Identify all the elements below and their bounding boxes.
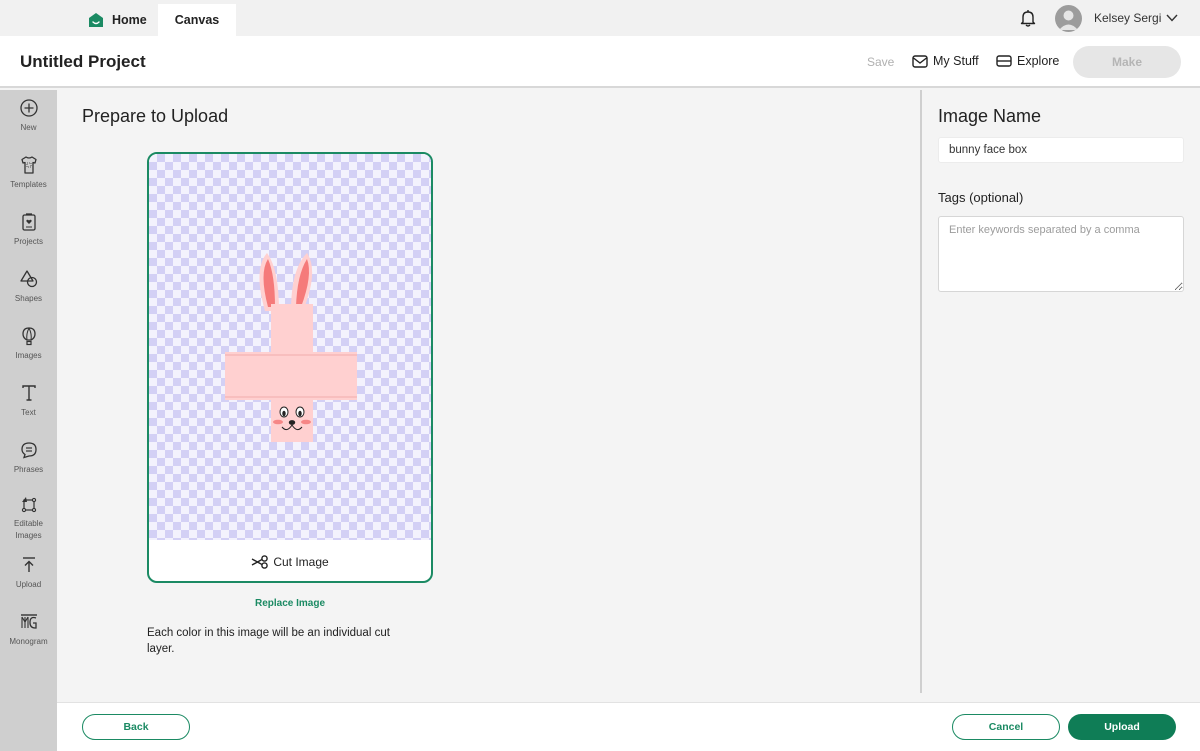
make-button[interactable]: Make (1073, 46, 1181, 78)
sidebar-item-monogram[interactable]: Monogram (0, 612, 57, 648)
panel-divider (920, 90, 922, 693)
sidebar-label: Shapes (14, 294, 43, 303)
sidebar-label: Upload (15, 580, 42, 589)
my-stuff-label: My Stuff (933, 54, 979, 68)
tab-home[interactable]: Home (84, 4, 151, 36)
page-title: Prepare to Upload (82, 106, 229, 126)
cut-layer-note: Each color in this image will be an indi… (147, 627, 390, 655)
footer-bar: Back Cancel Upload (57, 702, 1200, 751)
sidebar-label: Projects (14, 237, 43, 246)
image-name-input[interactable] (938, 137, 1184, 163)
avatar[interactable] (1055, 5, 1082, 32)
monogram-icon (20, 614, 37, 629)
transparency-checkerboard (149, 154, 431, 540)
shapes-icon (19, 270, 37, 288)
my-stuff-button[interactable]: My Stuff (912, 54, 979, 68)
explore-button[interactable]: Explore (996, 54, 1059, 68)
sidebar-label: New (20, 123, 37, 132)
tags-input[interactable] (938, 216, 1184, 292)
cancel-button[interactable]: Cancel (952, 714, 1060, 740)
plus-circle-icon (19, 99, 38, 117)
sidebar-item-text[interactable]: Text (0, 383, 57, 419)
uploaded-image-preview (225, 253, 357, 442)
tab-home-label: Home (112, 13, 147, 27)
sidebar-label: Text (21, 408, 36, 417)
back-button[interactable]: Back (82, 714, 190, 740)
upload-button[interactable]: Upload (1068, 714, 1176, 740)
chevron-down-icon[interactable] (1166, 13, 1178, 23)
cut-image-option[interactable]: Cut Image (149, 540, 431, 581)
shirt-icon (20, 156, 37, 174)
bell-icon[interactable] (1019, 9, 1037, 27)
editable-images-icon (21, 497, 36, 513)
sidebar-item-upload[interactable]: Upload (0, 555, 57, 591)
tags-label: Tags (optional) (938, 190, 1024, 205)
sidebar-label: Monogram (9, 637, 48, 646)
explore-label: Explore (1017, 54, 1060, 68)
sidebar-item-shapes[interactable]: Shapes (0, 269, 57, 305)
avatar-icon (1059, 10, 1078, 30)
sidebar-item-images[interactable]: Images (0, 326, 57, 362)
image-name-heading: Image Name (938, 106, 1042, 126)
top-tab-bar: Home Canvas Kelsey Sergi (0, 0, 1200, 36)
sidebar-item-projects[interactable]: Projects (0, 212, 57, 248)
sidebar-item-templates[interactable]: Templates (0, 155, 57, 191)
speech-bubble-icon (20, 442, 37, 459)
sidebar-item-new[interactable]: New (0, 98, 57, 134)
envelope-icon (912, 55, 928, 68)
project-title[interactable]: Untitled Project (20, 52, 146, 72)
project-icon (21, 213, 36, 231)
replace-image-link[interactable]: Replace Image (147, 598, 433, 609)
tab-canvas[interactable]: Canvas (158, 4, 236, 36)
image-preview-card: Cut Image (147, 152, 433, 583)
text-icon (21, 385, 36, 401)
replace-image-label[interactable]: Replace Image (255, 598, 325, 609)
home-icon (89, 13, 103, 27)
sidebar-label: Phrases (13, 465, 44, 474)
user-name[interactable]: Kelsey Sergi (1094, 11, 1161, 25)
sidebar-label: Editable Images (14, 519, 43, 540)
sidebar-label: Templates (10, 180, 47, 189)
scissors-icon (251, 554, 269, 569)
project-header: Untitled Project Save My Stuff Explore M… (0, 36, 1200, 88)
left-sidebar: New Templates Projects Shapes Images Tex… (0, 90, 57, 751)
explore-icon (996, 55, 1012, 67)
balloon-icon (21, 327, 36, 346)
sidebar-label: Images (15, 351, 42, 360)
tab-canvas-label: Canvas (174, 13, 220, 27)
sidebar-item-phrases[interactable]: Phrases (0, 440, 57, 476)
save-button[interactable]: Save (867, 55, 894, 69)
sidebar-item-editable-images[interactable]: Editable Images (0, 494, 57, 542)
cut-image-label: Cut Image (273, 554, 329, 569)
upload-icon (22, 557, 35, 572)
